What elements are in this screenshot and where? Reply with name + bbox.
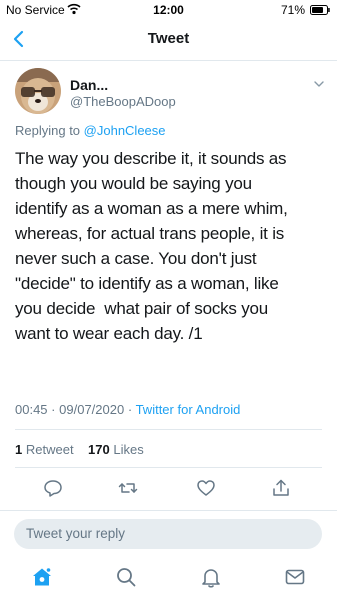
search-icon[interactable] xyxy=(115,566,137,588)
page-title: Tweet xyxy=(147,30,190,47)
likes-stat[interactable]: 170 Likes xyxy=(88,442,144,457)
battery-icon xyxy=(310,5,330,15)
divider xyxy=(0,510,337,511)
tweet-actions xyxy=(0,478,337,500)
like-icon[interactable] xyxy=(196,478,216,498)
battery-percent: 71% xyxy=(280,3,305,17)
share-icon[interactable] xyxy=(271,478,291,498)
author-handle[interactable]: @TheBoopADoop xyxy=(70,94,176,109)
author-name[interactable]: Dan... xyxy=(70,77,108,93)
nav-bar: Tweet xyxy=(0,20,337,61)
replying-to-prefix: Replying to xyxy=(15,123,84,138)
retweets-label: Retweet xyxy=(25,442,74,457)
retweets-stat[interactable]: 1 Retweet xyxy=(15,442,74,457)
tweet-stats: 1 Retweet 170 Likes xyxy=(15,442,144,457)
meta-separator: · xyxy=(127,402,133,417)
tweet-date: 09/07/2020 xyxy=(59,402,125,417)
divider xyxy=(15,429,322,430)
tab-bar xyxy=(0,561,337,600)
tweet-time: 00:45 xyxy=(15,402,48,417)
retweet-icon[interactable] xyxy=(118,478,138,498)
meta-separator: · xyxy=(51,402,56,417)
avatar[interactable] xyxy=(15,68,61,114)
reply-icon[interactable] xyxy=(43,478,63,498)
home-icon[interactable] xyxy=(31,566,53,588)
retweet-count: 1 xyxy=(15,442,23,457)
avatar-image xyxy=(15,68,61,114)
chevron-down-icon[interactable] xyxy=(313,78,325,90)
divider xyxy=(15,467,322,468)
notifications-icon[interactable] xyxy=(200,566,222,588)
replying-to: Replying to @JohnCleese xyxy=(15,123,166,138)
status-bar: No Service 12:00 71% xyxy=(0,0,337,20)
tweet-source[interactable]: Twitter for Android xyxy=(136,402,241,417)
messages-icon[interactable] xyxy=(284,566,306,588)
reply-input[interactable]: Tweet your reply xyxy=(14,519,322,549)
tweet-meta: 00:45 · 09/07/2020 · Twitter for Android xyxy=(15,402,240,417)
likes-label: Likes xyxy=(113,442,144,457)
replying-to-handle[interactable]: @JohnCleese xyxy=(84,123,166,138)
like-count: 170 xyxy=(88,442,110,457)
tweet-text: The way you describe it, it sounds as th… xyxy=(15,149,288,343)
